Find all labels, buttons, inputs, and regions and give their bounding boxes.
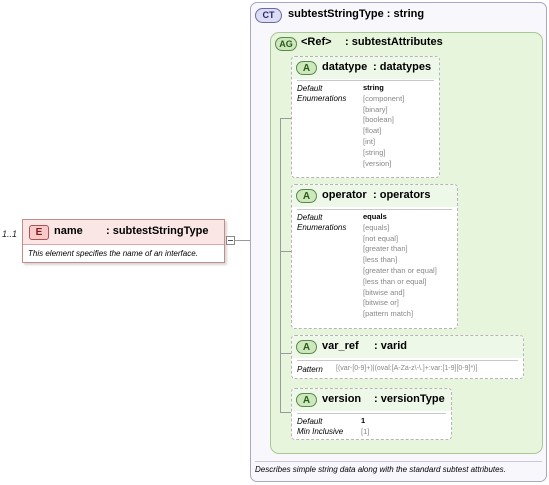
element-name-box[interactable]: E name : subtestStringType This element … — [22, 219, 225, 263]
enumeration-value: [boolean] — [363, 115, 394, 125]
label-default: Default — [297, 213, 323, 222]
label-default: Default — [297, 84, 323, 93]
label-min-inclusive: Min Inclusive — [297, 427, 344, 436]
attribute-badge-icon: A — [296, 340, 317, 354]
attribute-datatype-type: : datatypes — [373, 61, 432, 73]
label-pattern: Pattern — [297, 365, 323, 374]
default-value: string — [363, 83, 384, 92]
enumeration-value: [pattern match] — [363, 309, 414, 319]
element-badge-icon: E — [29, 225, 49, 240]
complex-type-box[interactable]: CT subtestStringType : string AG <Ref> :… — [250, 2, 547, 482]
enumeration-value: [component] — [363, 93, 405, 103]
attribute-separator — [297, 360, 518, 361]
enumeration-value: [binary] — [363, 104, 388, 114]
enumeration-value: [greater than or equal] — [363, 266, 437, 275]
attribute-operator-type: : operators — [373, 189, 431, 201]
attribute-group-ref: <Ref> — [301, 36, 332, 48]
element-name: name — [54, 225, 83, 237]
attribute-group-band[interactable]: AG <Ref> : subtestAttributes A datatype … — [270, 32, 543, 454]
enumeration-value: [equals] — [363, 222, 390, 232]
min-inclusive-value: [1] — [361, 426, 370, 436]
attribute-var-ref-type: : varid — [374, 340, 408, 352]
enumeration-value: [bitwise or] — [363, 298, 399, 308]
attribute-badge-icon: A — [296, 189, 317, 203]
enumeration-value: [greater than] — [363, 244, 408, 254]
label-enumerations: Enumerations — [297, 223, 347, 232]
element-type: : subtestStringType — [106, 225, 209, 237]
enumeration-value: [string] — [363, 147, 386, 157]
attribute-var-ref[interactable]: A var_ref : varid Pattern [(var-[0-9]+)|… — [291, 335, 524, 379]
attribute-version-name: version — [322, 393, 362, 405]
attribute-badge-icon: A — [296, 61, 317, 75]
complex-type-separator — [255, 461, 542, 462]
attribute-separator — [297, 209, 452, 210]
attribute-operator-name: operator — [322, 189, 367, 201]
enumeration-value: [float] — [363, 126, 382, 136]
complex-type-title: subtestStringType : string — [288, 8, 425, 20]
element-documentation: This element specifies the name of an in… — [28, 249, 198, 258]
enumeration-value: [version] — [363, 158, 392, 168]
default-value: equals — [363, 212, 387, 221]
attribute-version[interactable]: A version : versionType Default Min Incl… — [291, 388, 452, 440]
attribute-datatype[interactable]: A datatype : datatypes Default Enumerati… — [291, 56, 440, 178]
label-enumerations: Enumerations — [297, 94, 347, 103]
attribute-version-type: : versionType — [374, 393, 445, 405]
complex-type-badge-icon: CT — [255, 8, 282, 23]
collapse-toggle-icon[interactable] — [226, 236, 235, 245]
attribute-connector-trunk — [280, 118, 281, 412]
enumeration-value: [less than] — [363, 255, 398, 265]
attribute-operator[interactable]: A operator : operators Default Enumerati… — [291, 184, 458, 329]
attribute-datatype-name: datatype — [322, 61, 368, 73]
element-cardinality: 1..1 — [2, 229, 18, 239]
attribute-separator — [297, 413, 446, 414]
enumeration-value: [less than or equal] — [363, 276, 427, 286]
label-default: Default — [297, 417, 323, 426]
default-value: 1 — [361, 416, 366, 425]
enumeration-value: [int] — [363, 137, 376, 146]
pattern-value: [(var-[0-9]+)|(oval:[A-Za-z\-\.]+:var:[1… — [336, 365, 478, 372]
attribute-group-badge-icon: AG — [275, 37, 297, 51]
attribute-group-name: : subtestAttributes — [345, 36, 443, 48]
enumeration-value: [not equal] — [363, 233, 399, 243]
attribute-var-ref-name: var_ref — [322, 340, 359, 352]
attribute-separator — [297, 80, 434, 81]
attribute-badge-icon: A — [296, 393, 317, 407]
complex-type-documentation: Describes simple string data along with … — [255, 465, 506, 474]
enumeration-value: [bitwise and] — [363, 287, 405, 297]
